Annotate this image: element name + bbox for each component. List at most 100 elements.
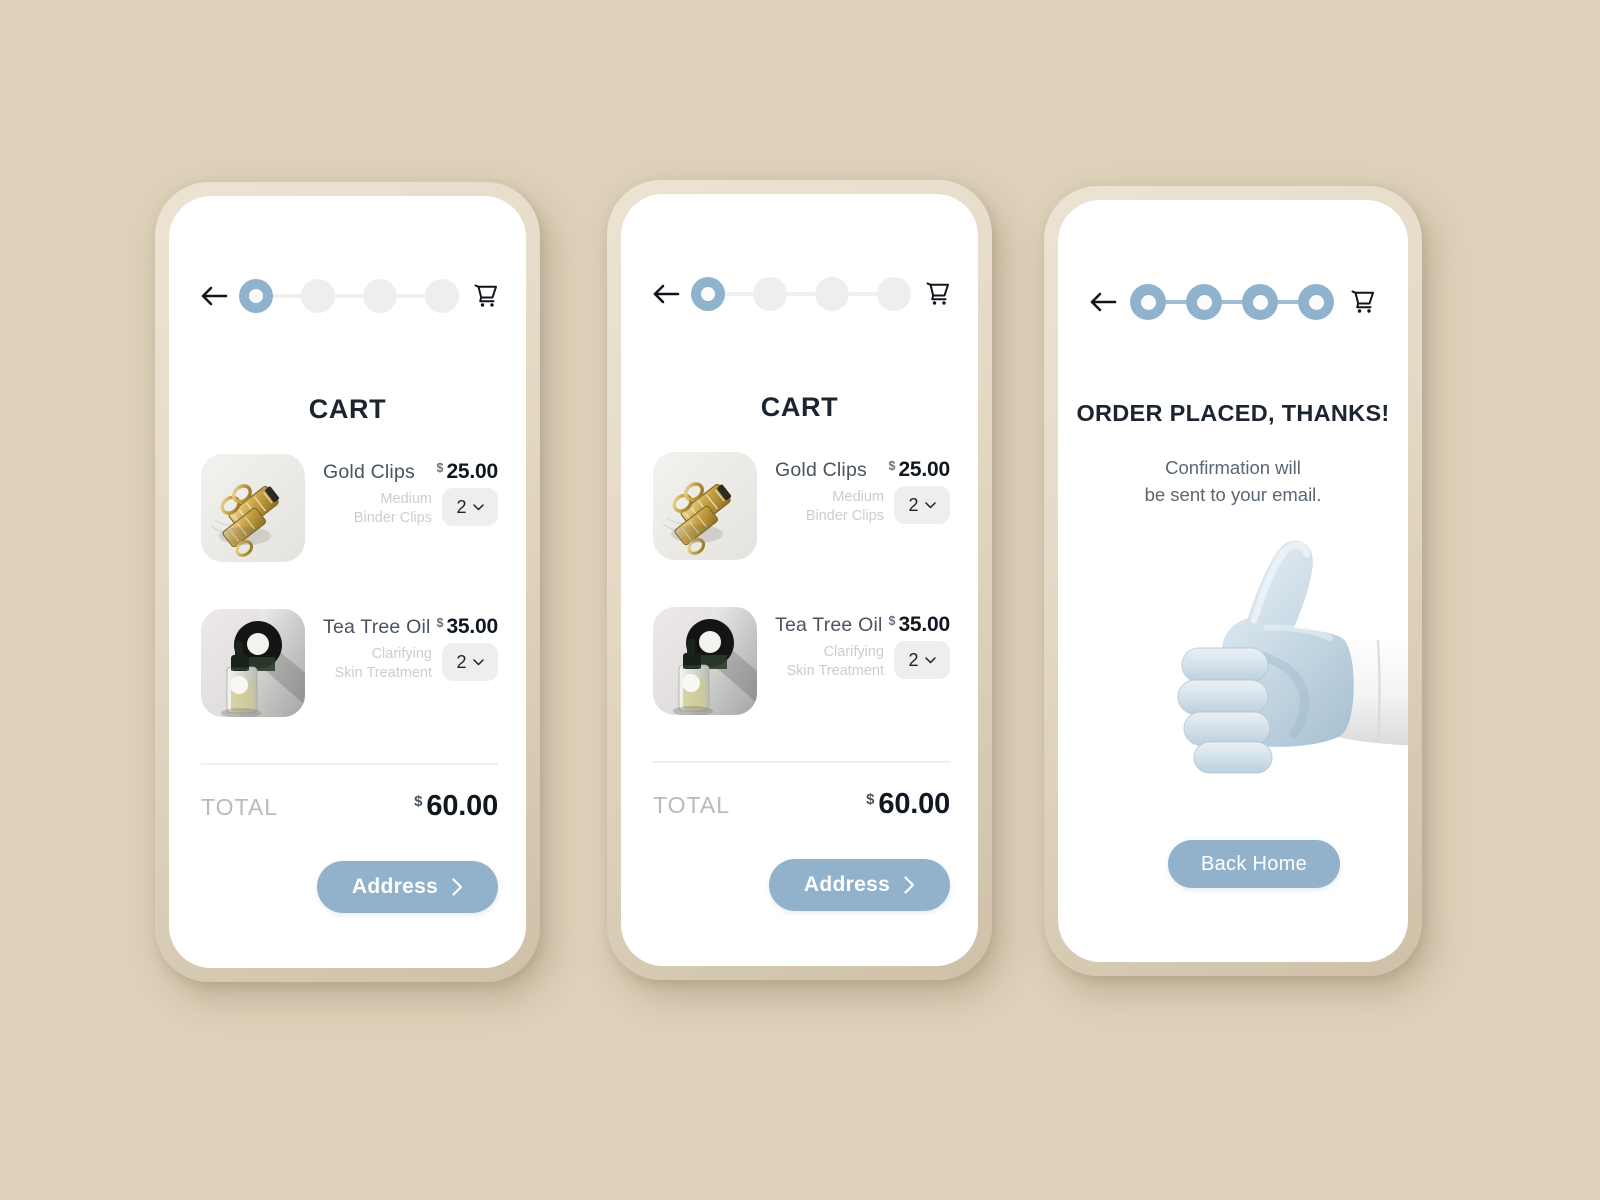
step-line-1 (273, 294, 301, 298)
step-line-3 (397, 294, 425, 298)
step-dot-2[interactable] (753, 277, 787, 311)
step-dot-2[interactable] (1186, 284, 1222, 320)
cart-item-secondary-line: Medium Binder Clips 2 (323, 488, 498, 529)
confirmation-line-1: Confirmation will (1165, 457, 1301, 478)
confirmation-message: Confirmation will be sent to your email. (1058, 455, 1408, 509)
quantity-select[interactable]: 2 (442, 488, 498, 526)
product-price: $ 25.00 (436, 460, 498, 484)
quantity-value: 2 (456, 651, 467, 672)
chevron-down-icon (472, 658, 484, 666)
cart-item-list: Gold Clips $ 25.00 Medium Binder Clips 2… (653, 452, 950, 762)
cart-item-row: Tea Tree Oil $ 35.00 Clarifying Skin Tre… (653, 607, 950, 762)
price-amount: 35.00 (898, 613, 950, 636)
cart-item-primary-line: Tea Tree Oil $ 35.00 (775, 613, 950, 637)
total-amount: $ 60.00 (414, 790, 498, 823)
arrow-left-icon[interactable] (199, 281, 229, 311)
checkout-stepper (691, 274, 911, 314)
checkout-stepper (239, 276, 459, 316)
cart-item-list: Gold Clips $ 25.00 Medium Binder Clips 2… (201, 454, 498, 764)
cart-item-secondary-line: Clarifying Skin Treatment 2 (775, 641, 950, 682)
total-row: TOTAL $ 60.00 (653, 788, 950, 821)
currency-symbol: $ (436, 616, 444, 630)
shopping-cart-icon[interactable] (1346, 286, 1378, 318)
chevron-down-icon (924, 656, 936, 664)
back-home-button[interactable]: Back Home (1168, 840, 1340, 888)
address-button-label: Address (351, 875, 439, 898)
total-value: 60.00 (426, 790, 498, 822)
cart-item-row: Gold Clips $ 25.00 Medium Binder Clips 2 (201, 454, 498, 609)
price-amount: 35.00 (446, 615, 498, 638)
chevron-down-icon (472, 503, 484, 511)
product-name: Tea Tree Oil (323, 616, 431, 638)
product-subtitle-line-1: Medium (832, 489, 884, 505)
step-dot-4[interactable] (425, 279, 459, 313)
cart-item-secondary-line: Clarifying Skin Treatment 2 (323, 643, 498, 684)
page-title: CART (308, 394, 387, 424)
address-button[interactable]: Address (769, 859, 950, 911)
product-name: Gold Clips (323, 461, 415, 483)
step-dot-3[interactable] (815, 277, 849, 311)
arrow-left-icon[interactable] (1088, 287, 1118, 317)
step-dot-4[interactable] (877, 277, 911, 311)
step-dot-4[interactable] (1298, 284, 1334, 320)
quantity-value: 2 (456, 496, 467, 517)
price-amount: 25.00 (446, 460, 498, 483)
currency-symbol: $ (866, 791, 875, 808)
back-home-button-label: Back Home (1200, 852, 1308, 875)
chevron-right-icon (904, 876, 915, 894)
product-thumbnail-gold-clips[interactable] (653, 452, 757, 560)
total-row: TOTAL $ 60.00 (201, 790, 498, 823)
currency-symbol: $ (888, 614, 896, 628)
cart-item-details: Gold Clips $ 25.00 Medium Binder Clips 2 (305, 454, 498, 529)
step-line-3 (1278, 300, 1298, 304)
screen-cart-1: CART Gold Clips $ 25.00 Medium Binder Cl… (169, 196, 526, 968)
quantity-select[interactable]: 2 (442, 643, 498, 681)
product-subtitle-line-1: Clarifying (371, 646, 432, 662)
cart-item-primary-line: Tea Tree Oil $ 35.00 (323, 615, 498, 639)
product-subtitle-line-2: Binder Clips (805, 508, 884, 525)
cart-item-details: Tea Tree Oil $ 35.00 Clarifying Skin Tre… (757, 607, 950, 682)
total-label: TOTAL (201, 794, 278, 820)
top-bar (169, 276, 526, 316)
product-thumbnail-tea-tree-oil[interactable] (201, 609, 305, 717)
product-subtitle-line-2: Binder Clips (353, 510, 432, 527)
currency-symbol: $ (436, 461, 444, 475)
arrow-left-icon[interactable] (651, 279, 681, 309)
step-dot-1[interactable] (1130, 284, 1166, 320)
step-dot-2[interactable] (301, 279, 335, 313)
cart-item-details: Gold Clips $ 25.00 Medium Binder Clips 2 (757, 452, 950, 527)
chevron-down-icon (924, 501, 936, 509)
quantity-select[interactable]: 2 (894, 641, 950, 679)
price-amount: 25.00 (898, 458, 950, 481)
quantity-select[interactable]: 2 (894, 486, 950, 524)
address-button[interactable]: Address (317, 861, 498, 913)
currency-symbol: $ (414, 793, 423, 810)
step-line-3 (849, 292, 877, 296)
phone-mockup-cart-1: CART Gold Clips $ 25.00 Medium Binder Cl… (155, 182, 540, 982)
step-dot-1[interactable] (691, 277, 725, 311)
step-dot-3[interactable] (1242, 284, 1278, 320)
step-line-2 (787, 292, 815, 296)
product-name: Tea Tree Oil (775, 614, 883, 636)
cart-item-row: Tea Tree Oil $ 35.00 Clarifying Skin Tre… (201, 609, 498, 764)
total-label: TOTAL (653, 792, 730, 818)
total-divider (201, 763, 498, 765)
top-bar (621, 274, 978, 314)
product-price: $ 35.00 (888, 613, 950, 637)
address-button-label: Address (803, 873, 891, 896)
cart-item-secondary-line: Medium Binder Clips 2 (775, 486, 950, 527)
top-bar (1058, 282, 1408, 322)
product-thumbnail-gold-clips[interactable] (201, 454, 305, 562)
cart-item-row: Gold Clips $ 25.00 Medium Binder Clips 2 (653, 452, 950, 607)
product-name: Gold Clips (775, 459, 867, 481)
shopping-cart-icon[interactable] (921, 278, 953, 310)
step-dot-3[interactable] (363, 279, 397, 313)
total-amount: $ 60.00 (866, 788, 950, 821)
shopping-cart-icon[interactable] (469, 280, 501, 312)
step-dot-1[interactable] (239, 279, 273, 313)
product-thumbnail-tea-tree-oil[interactable] (653, 607, 757, 715)
quantity-value: 2 (908, 494, 919, 515)
checkout-stepper (1128, 282, 1336, 322)
screen-cart-2: CART Gold Clips $ 25.00 Medium Binder Cl… (621, 194, 978, 966)
currency-symbol: $ (888, 459, 896, 473)
